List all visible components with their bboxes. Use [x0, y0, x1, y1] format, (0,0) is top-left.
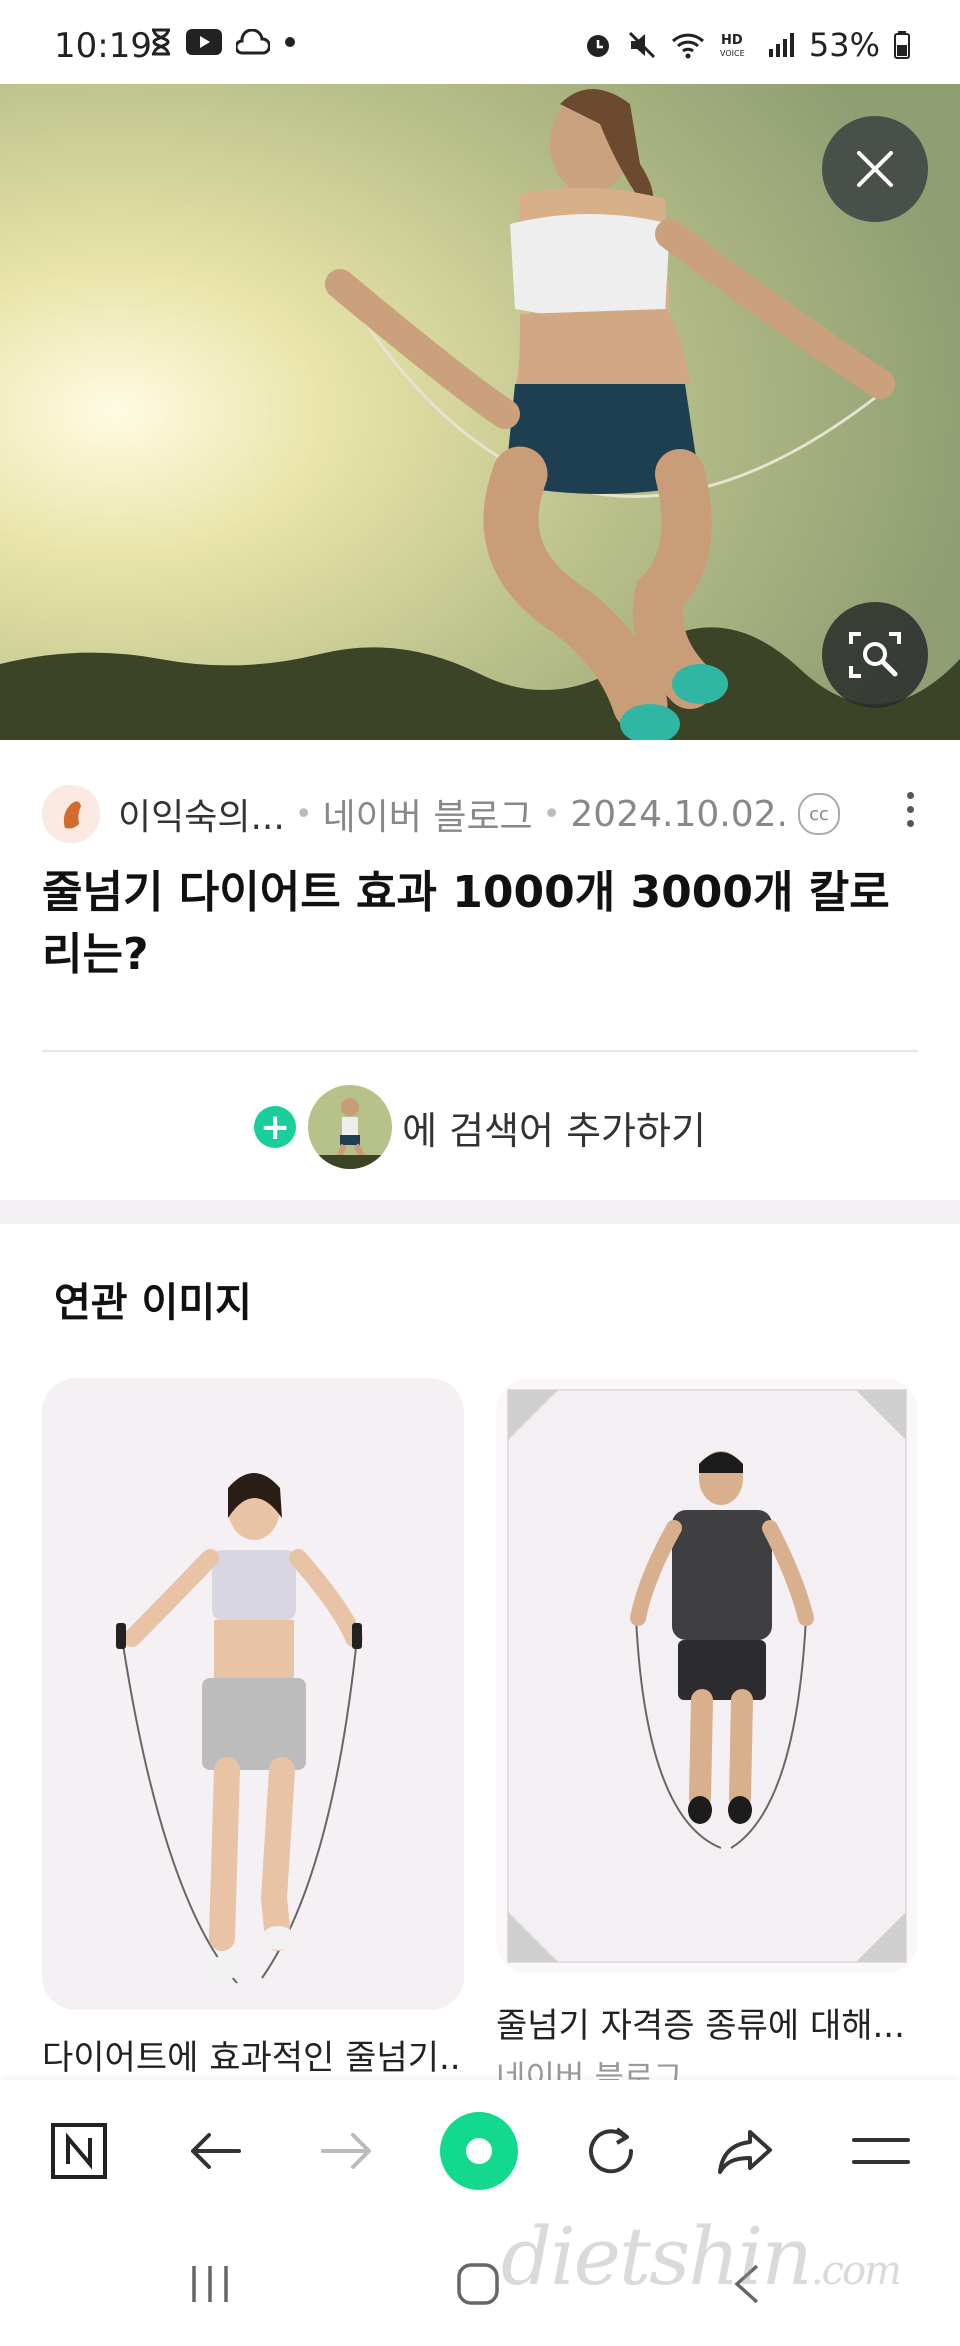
- back-arrow-icon: [191, 2133, 241, 2169]
- menu-icon: [852, 2138, 910, 2164]
- related-image-1: [42, 1378, 464, 2010]
- signal-icon: [768, 33, 794, 57]
- home-icon: [457, 2263, 499, 2305]
- green-dot-button[interactable]: [424, 2080, 534, 2222]
- blog-name[interactable]: 이익숙의...: [118, 788, 285, 840]
- share-icon: [718, 2130, 772, 2174]
- refresh-button[interactable]: [556, 2080, 666, 2222]
- divider: [42, 1050, 918, 1052]
- image-search-button[interactable]: [822, 602, 928, 708]
- forward-arrow-icon: [321, 2133, 371, 2169]
- hero-photo: [0, 84, 960, 740]
- plus-icon: +: [254, 1106, 297, 1148]
- cc-license-badge: cc: [797, 793, 840, 835]
- section-gap: [0, 1200, 960, 1224]
- close-button[interactable]: [822, 116, 928, 222]
- share-button[interactable]: [690, 2080, 800, 2222]
- related-image-2: [496, 1378, 918, 1974]
- hd-voice-icon: HDVOICE: [720, 33, 745, 58]
- recent-apps-button[interactable]: [150, 2244, 270, 2324]
- battery-percent: 53%: [808, 26, 880, 64]
- mute-icon: [628, 31, 655, 59]
- status-left-icons: [150, 28, 296, 56]
- green-dot-icon: [440, 2112, 518, 2190]
- close-icon: [857, 151, 893, 187]
- separator-dot: •: [542, 796, 561, 832]
- watermark-suffix: .com: [810, 2248, 902, 2294]
- blog-platform: 네이버 블로그: [322, 797, 533, 838]
- related-caption[interactable]: 다이어트에 효과적인 줄넘기...: [42, 2030, 464, 2079]
- more-options-button[interactable]: [898, 792, 922, 827]
- status-time: 10:19: [54, 26, 152, 66]
- hourglass-icon: [152, 28, 170, 56]
- alarm-icon: [586, 35, 609, 57]
- youtube-icon: [186, 29, 222, 55]
- hero-image[interactable]: [0, 84, 960, 740]
- dot-icon: [285, 37, 295, 47]
- naver-home-button[interactable]: [24, 2080, 134, 2222]
- forward-button[interactable]: [292, 2080, 402, 2222]
- menu-button[interactable]: [826, 2080, 936, 2222]
- status-right: HD VOICE 53%: [583, 26, 910, 64]
- watermark: dietshin.com: [500, 2210, 902, 2303]
- related-caption[interactable]: 줄넘기 자격증 종류에 대해...: [496, 1998, 918, 2047]
- article-title[interactable]: 줄넘기 다이어트 효과 1000개 3000개 칼로리는?: [42, 862, 922, 986]
- related-images-title: 연관 이미지: [54, 1280, 252, 1326]
- naver-home-icon: [51, 2123, 107, 2179]
- related-image-card[interactable]: [496, 1378, 918, 1974]
- post-date: 2024.10.02.: [570, 793, 788, 835]
- svg-text:VOICE: VOICE: [720, 49, 745, 58]
- refresh-icon: [589, 2127, 634, 2174]
- search-thumbnail: [308, 1085, 393, 1169]
- image-search-icon: [849, 632, 901, 678]
- status-bar: 10:19 HD VOICE 53%: [0, 0, 960, 84]
- blog-avatar[interactable]: [42, 785, 100, 843]
- add-search-term-button[interactable]: + 에 검색어 추가하기: [0, 1082, 960, 1172]
- separator-dot: •: [294, 796, 313, 832]
- add-search-label: 에 검색어 추가하기: [402, 1108, 706, 1153]
- svg-text:HD: HD: [721, 33, 743, 48]
- recent-apps-icon: [192, 2266, 228, 2302]
- source-row: 이익숙의... • 네이버 블로그 • 2024.10.02. cc: [42, 784, 922, 844]
- back-button[interactable]: [160, 2080, 270, 2222]
- cloud-icon: [236, 29, 270, 55]
- watermark-main: dietshin: [500, 2210, 813, 2303]
- browser-toolbar: [0, 2080, 960, 2222]
- related-image-card[interactable]: [42, 1378, 464, 2010]
- battery-icon: [894, 31, 910, 59]
- wifi-icon: [671, 33, 704, 59]
- avatar-image: [63, 801, 81, 829]
